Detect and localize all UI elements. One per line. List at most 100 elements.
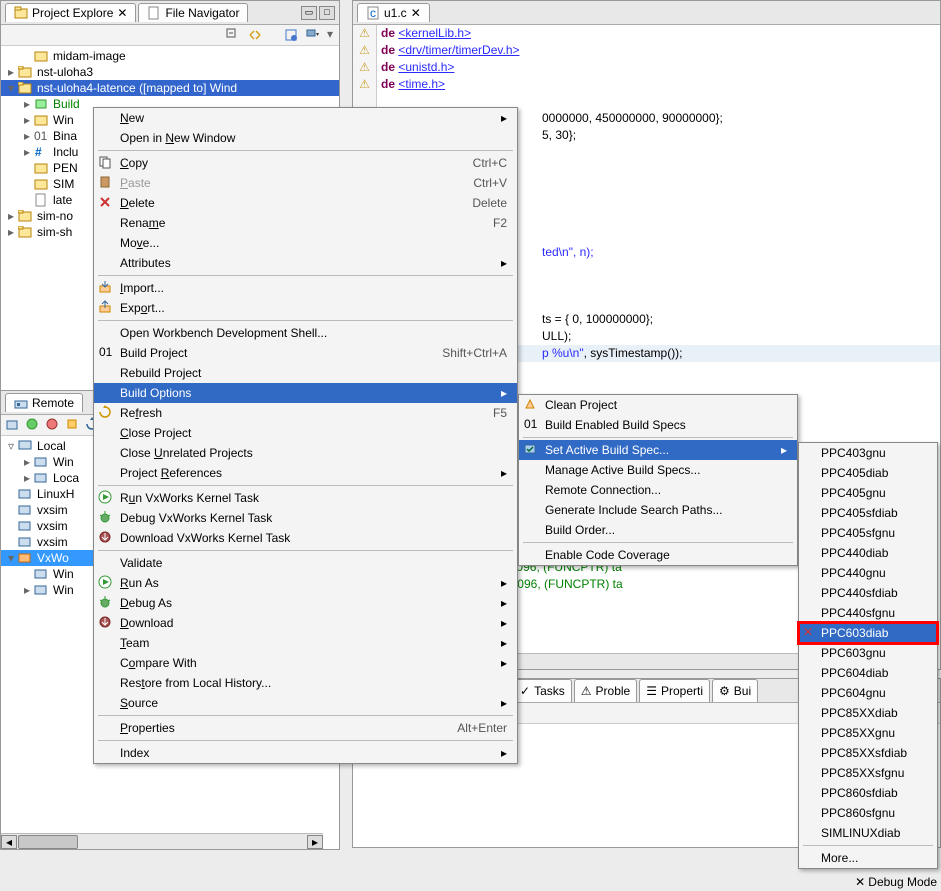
menu-item-ppc85xxsfdiab[interactable]: PPC85XXsfdiab: [799, 743, 937, 763]
editor-tab-u1c[interactable]: c u1.c ✕: [357, 3, 430, 22]
menu-separator: [98, 715, 513, 716]
build-options-submenu[interactable]: Clean Project 010Build Enabled Build Spec…: [518, 394, 798, 566]
tab-properties[interactable]: ☰Properti: [639, 679, 710, 702]
menu-item-enable-code-coverage[interactable]: Enable Code Coverage: [519, 545, 797, 565]
menu-item-clean-project[interactable]: Clean Project: [519, 395, 797, 415]
tab-build[interactable]: ⚙Bui: [712, 679, 758, 702]
menu-item-close-unrelated-projects[interactable]: Close Unrelated Projects: [94, 443, 517, 463]
menu-item-source[interactable]: Source▸: [94, 693, 517, 713]
scroll-left-button[interactable]: ◂: [1, 835, 17, 849]
tab-problems[interactable]: ⚠Proble: [574, 679, 637, 702]
context-menu[interactable]: New▸Open in New WindowCopyCtrl+CPasteCtr…: [93, 107, 518, 764]
menu-label: PPC85XXdiab: [821, 706, 898, 720]
menu-item-delete[interactable]: DeleteDelete: [94, 193, 517, 213]
menu-item-rebuild-project[interactable]: Rebuild Project: [94, 363, 517, 383]
menu-item-download[interactable]: Download▸: [94, 613, 517, 633]
filter-icon[interactable]: [283, 27, 299, 43]
menu-item-open-in-new-window[interactable]: Open in New Window: [94, 128, 517, 148]
run-icon[interactable]: [5, 417, 21, 433]
menu-item-set-active-build-spec[interactable]: Set Active Build Spec...▸: [519, 440, 797, 460]
menu-item-run-as[interactable]: Run As▸: [94, 573, 517, 593]
menu-item-properties[interactable]: PropertiesAlt+Enter: [94, 718, 517, 738]
menu-item-ppc405diab[interactable]: PPC405diab: [799, 463, 937, 483]
target-icon: [33, 471, 49, 485]
menu-item-ppc85xxdiab[interactable]: PPC85XXdiab: [799, 703, 937, 723]
menu-item-ppc860sfdiab[interactable]: PPC860sfdiab: [799, 783, 937, 803]
menu-label: Manage Active Build Specs...: [545, 463, 700, 477]
tab-file-navigator[interactable]: File Navigator: [138, 3, 248, 22]
menu-item-build-options[interactable]: Build Options▸: [94, 383, 517, 403]
menu-item-ppc604gnu[interactable]: PPC604gnu: [799, 683, 937, 703]
shortcut-label: Ctrl+C: [443, 156, 507, 170]
menu-item-open-workbench-development-shell[interactable]: Open Workbench Development Shell...: [94, 323, 517, 343]
link-editor-icon[interactable]: [247, 27, 263, 43]
menu-item-debug-as[interactable]: Debug As▸: [94, 593, 517, 613]
menu-item-ppc440gnu[interactable]: PPC440gnu: [799, 563, 937, 583]
menu-item-compare-with[interactable]: Compare With▸: [94, 653, 517, 673]
scroll-right-button[interactable]: ▸: [307, 835, 323, 849]
menu-item-ppc85xxsfgnu[interactable]: PPC85XXsfgnu: [799, 763, 937, 783]
menu-item-ppc603diab[interactable]: ✕PPC603diab: [799, 623, 937, 643]
tree-item[interactable]: ▾nst-uloha4-latence ([mapped to] Wind: [1, 80, 339, 96]
menu-item-move[interactable]: Move...: [94, 233, 517, 253]
menu-item-ppc405gnu[interactable]: PPC405gnu: [799, 483, 937, 503]
close-icon[interactable]: ✕: [117, 6, 127, 20]
tab-project-explorer[interactable]: Project Explore ✕: [5, 3, 136, 22]
menu-label: Run VxWorks Kernel Task: [120, 491, 259, 505]
menu-item-copy[interactable]: CopyCtrl+C: [94, 153, 517, 173]
menu-item-validate[interactable]: Validate: [94, 553, 517, 573]
tab-remote[interactable]: Remote: [5, 393, 83, 412]
menu-item-build-enabled-build-specs[interactable]: 010Build Enabled Build Specs: [519, 415, 797, 435]
disconnect-icon[interactable]: [45, 417, 61, 433]
collapse-all-icon[interactable]: [225, 27, 241, 43]
menu-item-team[interactable]: Team▸: [94, 633, 517, 653]
menu-item-ppc440diab[interactable]: PPC440diab: [799, 543, 937, 563]
menu-item-ppc405sfgnu[interactable]: PPC405sfgnu: [799, 523, 937, 543]
maximize-button[interactable]: □: [319, 6, 335, 20]
tree-label: Win: [53, 113, 74, 127]
menu-item-remote-connection[interactable]: Remote Connection...: [519, 480, 797, 500]
menu-item-ppc860sfgnu[interactable]: PPC860sfgnu: [799, 803, 937, 823]
menu-item-download-vxworks-kernel-task[interactable]: Download VxWorks Kernel Task: [94, 528, 517, 548]
menu-item-manage-active-build-specs[interactable]: Manage Active Build Specs...: [519, 460, 797, 480]
menu-item-run-vxworks-kernel-task[interactable]: Run VxWorks Kernel Task: [94, 488, 517, 508]
tree-item[interactable]: ▸nst-uloha3: [1, 64, 339, 80]
menu-item-attributes[interactable]: Attributes▸: [94, 253, 517, 273]
menu-item-build-project[interactable]: 010Build ProjectShift+Ctrl+A: [94, 343, 517, 363]
connect-icon[interactable]: [25, 417, 41, 433]
menu-item-rename[interactable]: RenameF2: [94, 213, 517, 233]
menu-item-more[interactable]: More...: [799, 848, 937, 868]
close-icon[interactable]: ✕: [855, 875, 865, 889]
menu-item-debug-vxworks-kernel-task[interactable]: Debug VxWorks Kernel Task: [94, 508, 517, 528]
menu-item-project-references[interactable]: Project References▸: [94, 463, 517, 483]
minimize-button[interactable]: ▭: [301, 6, 317, 20]
menu-item-restore-from-local-history[interactable]: Restore from Local History...: [94, 673, 517, 693]
tab-label: u1.c: [384, 6, 407, 20]
menu-item-refresh[interactable]: RefreshF5: [94, 403, 517, 423]
menu-item-export[interactable]: Export...: [94, 298, 517, 318]
menu-item-ppc440sfgnu[interactable]: PPC440sfgnu: [799, 603, 937, 623]
menu-item-ppc440sfdiab[interactable]: PPC440sfdiab: [799, 583, 937, 603]
tab-tasks[interactable]: ✓Tasks: [513, 679, 572, 702]
build-spec-submenu[interactable]: PPC403gnuPPC405diabPPC405gnuPPC405sfdiab…: [798, 442, 938, 869]
menu-item-generate-include-search-paths[interactable]: Generate Include Search Paths...: [519, 500, 797, 520]
menu-label: Clean Project: [545, 398, 617, 412]
view-menu-icon[interactable]: [305, 27, 321, 43]
menu-item-new[interactable]: New▸: [94, 108, 517, 128]
menu-item-simlinuxdiab[interactable]: SIMLINUXdiab: [799, 823, 937, 843]
scroll-thumb[interactable]: [18, 835, 78, 849]
menu-item-ppc604diab[interactable]: PPC604diab: [799, 663, 937, 683]
menu-item-ppc603gnu[interactable]: PPC603gnu: [799, 643, 937, 663]
menu-item-ppc85xxgnu[interactable]: PPC85XXgnu: [799, 723, 937, 743]
menu-item-index[interactable]: Index▸: [94, 743, 517, 763]
tree-item[interactable]: midam-image: [1, 48, 339, 64]
target-icon[interactable]: [65, 417, 81, 433]
menu-dropdown-icon[interactable]: ▾: [327, 27, 333, 43]
menu-item-build-order[interactable]: Build Order...: [519, 520, 797, 540]
menu-item-close-project[interactable]: Close Project: [94, 423, 517, 443]
menu-item-import[interactable]: Import...: [94, 278, 517, 298]
scrollbar-horizontal[interactable]: ◂ ▸: [1, 833, 323, 849]
menu-item-ppc405sfdiab[interactable]: PPC405sfdiab: [799, 503, 937, 523]
menu-item-ppc403gnu[interactable]: PPC403gnu: [799, 443, 937, 463]
close-icon[interactable]: ✕: [411, 6, 421, 20]
